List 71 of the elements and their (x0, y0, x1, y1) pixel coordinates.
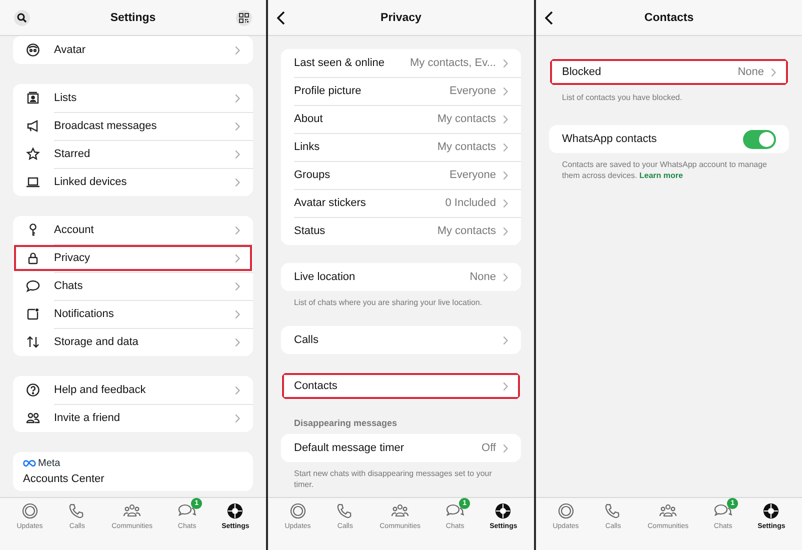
lists-icon (26, 91, 40, 105)
chevron-icon (503, 226, 508, 236)
chats-icon (714, 503, 732, 519)
qr-code-button[interactable] (236, 10, 252, 26)
search-button[interactable] (14, 10, 30, 26)
screen-title: Contacts (644, 12, 694, 24)
communities-icon (123, 503, 142, 519)
chats-icon (178, 503, 196, 519)
settings-icon (762, 503, 780, 519)
footnote-text: List of contacts you have blocked. (562, 92, 684, 103)
star-icon (26, 147, 40, 161)
chats-icon (446, 503, 464, 519)
chevron-icon (503, 198, 508, 208)
footnote-text: Start new chats with disappearing messages set to your timer. (294, 468, 493, 490)
settings-icon (226, 503, 244, 519)
menu-row[interactable]: Privacy (13, 244, 253, 272)
chevron-icon (235, 254, 240, 262)
learn-more-link[interactable]: Learn more (639, 171, 683, 180)
chevron-icon (503, 170, 508, 180)
chevron-icon (503, 444, 508, 452)
toggle-switch[interactable] (743, 130, 776, 148)
chevron-icon (503, 272, 508, 282)
screen-title: Privacy (380, 12, 422, 24)
infinity-logo-icon (23, 460, 36, 467)
chevron-icon (235, 386, 240, 394)
avatar-icon (26, 43, 40, 57)
qr-code-icon (239, 13, 249, 23)
chevron-icon (503, 336, 508, 344)
back-icon[interactable] (545, 11, 553, 25)
chevron-icon (235, 310, 240, 318)
chevron-icon (235, 150, 240, 158)
meta-logo-text: Meta (38, 458, 60, 469)
chevron-icon (235, 338, 240, 346)
notification-icon (26, 307, 40, 321)
chevron-icon (235, 122, 240, 130)
chevron-icon (503, 114, 508, 124)
chevron-icon (235, 282, 240, 290)
screen-title: Settings (110, 12, 156, 24)
chevron-icon (235, 46, 240, 54)
help-icon (26, 383, 40, 397)
menu-row[interactable]: Contacts (281, 372, 521, 400)
people-icon (26, 411, 40, 425)
chevron-icon (503, 58, 508, 68)
updates-icon (556, 503, 575, 519)
chevron-icon (503, 86, 508, 96)
chat-icon (26, 279, 40, 293)
chevron-icon (235, 94, 240, 102)
chevron-icon (235, 414, 240, 422)
chevron-icon (235, 226, 240, 234)
menu-row[interactable]: Blocked None (549, 58, 789, 86)
updates-icon (20, 503, 39, 519)
lock-icon (26, 251, 40, 265)
chevron-icon (771, 68, 776, 76)
settings-icon (494, 503, 512, 519)
row-label: WhatsApp contacts (562, 133, 658, 145)
back-icon[interactable] (277, 11, 285, 25)
row-label: Accounts Center (23, 473, 106, 485)
chevron-icon (503, 142, 508, 152)
chevron-icon (503, 382, 508, 390)
chevron-icon (235, 178, 240, 186)
section-heading: Disappearing messages (294, 418, 398, 428)
communities-icon (391, 503, 410, 519)
laptop-icon (26, 175, 40, 189)
arrows-icon (26, 335, 40, 349)
footnote-text: Contacts are saved to your WhatsApp account to manage them across devices. Learn more (562, 159, 768, 181)
footnote-text: List of chats where you are sharing your live location. (294, 297, 484, 308)
updates-icon (288, 503, 307, 519)
search-icon (17, 13, 27, 23)
megaphone-icon (26, 119, 40, 133)
communities-icon (659, 503, 678, 519)
accounts-center-card[interactable]: Meta Accounts Center (13, 452, 253, 491)
